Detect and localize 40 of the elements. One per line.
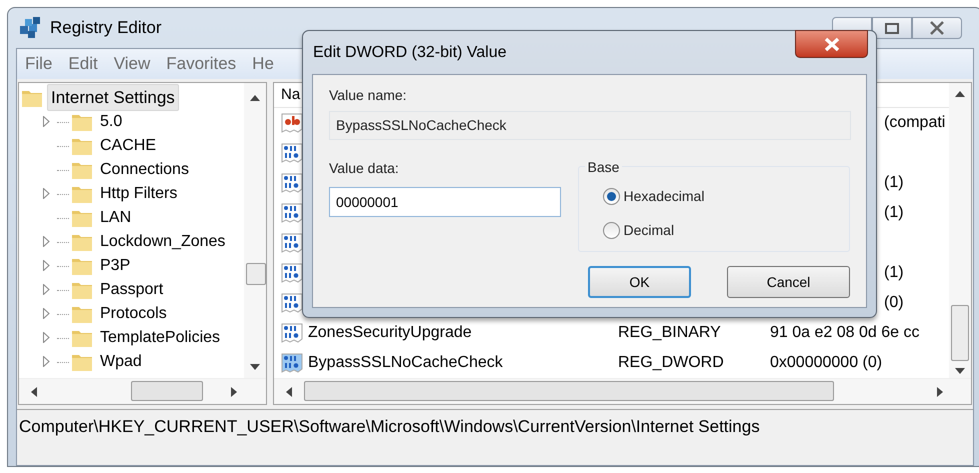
value-name[interactable]: ZonesSecurityUpgrade xyxy=(308,321,618,345)
tree-item[interactable]: TemplatePolicies xyxy=(100,326,220,350)
value-data: (1) xyxy=(884,263,904,283)
window-title: Registry Editor xyxy=(50,17,162,40)
value-data-field[interactable]: 00000001 xyxy=(329,187,561,217)
tree-item[interactable]: Http Filters xyxy=(100,182,178,206)
tree-item[interactable]: Internet Settings xyxy=(47,84,179,112)
value-type: REG_BINARY xyxy=(618,323,722,343)
status-bar-path: Computer\HKEY_CURRENT_USER\Software\Microsoft\Windows\CurrentVersion\Internet Settings xyxy=(19,416,760,438)
value-name[interactable]: BypassSSLNoCacheCheck xyxy=(308,351,618,375)
tree-item[interactable]: Wpad xyxy=(100,350,142,374)
menu-item[interactable]: View xyxy=(114,51,150,77)
value-name-label: Value name: xyxy=(329,86,408,105)
value-data: 91 0a e2 08 0d 6e cc xyxy=(770,323,920,343)
tree-item[interactable]: Protocols xyxy=(100,302,167,326)
value-data: (1) xyxy=(884,203,904,223)
value-name-field[interactable]: BypassSSLNoCacheCheck xyxy=(329,111,851,140)
tree-item[interactable]: Connections xyxy=(100,158,189,182)
value-type: REG_DWORD xyxy=(618,353,725,373)
tree-item[interactable]: 5.0 xyxy=(100,110,122,134)
tree-item[interactable]: Lockdown_Zones xyxy=(100,230,226,254)
menu-item[interactable]: Favorites xyxy=(166,51,236,77)
menu-item[interactable]: Edit xyxy=(68,51,98,77)
value-data: 0x00000000 (0) xyxy=(770,353,882,373)
ok-button[interactable]: OK xyxy=(588,266,691,298)
value-data-label: Value data: xyxy=(329,159,400,178)
tree-item[interactable]: P3P xyxy=(100,254,130,278)
tree-item[interactable]: Passport xyxy=(100,278,164,302)
column-header[interactable]: Na xyxy=(281,84,300,106)
tree-item[interactable]: LAN xyxy=(100,206,132,230)
radio-label: Hexadecimal xyxy=(624,187,704,206)
value-data: (0) xyxy=(884,293,904,313)
menu-item[interactable]: File xyxy=(25,51,52,77)
menu-item[interactable]: He xyxy=(252,51,274,77)
radio-label: Decimal xyxy=(624,221,674,240)
tree-item[interactable]: CACHE xyxy=(100,134,156,158)
value-data: (compati xyxy=(884,113,946,133)
value-data: (1) xyxy=(884,173,904,193)
dialog-title: Edit DWORD (32-bit) Value xyxy=(313,42,507,62)
cancel-button[interactable]: Cancel xyxy=(727,266,850,298)
